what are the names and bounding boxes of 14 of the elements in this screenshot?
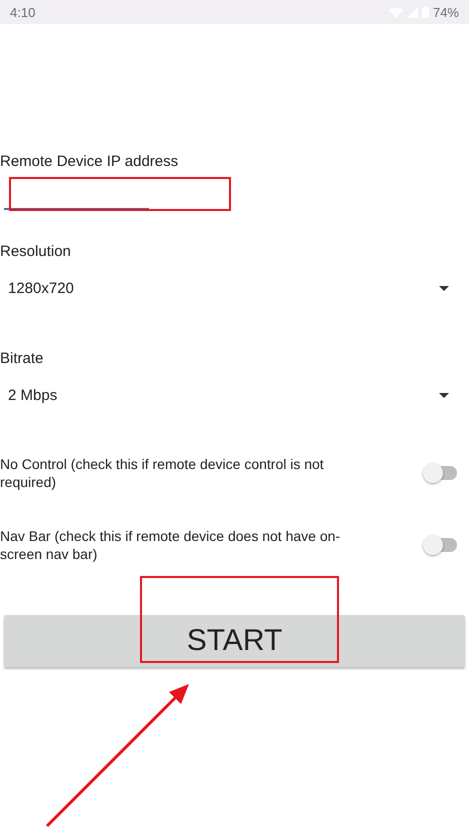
switch-label: No Control (check this if remote device control is not required): [0, 455, 325, 491]
switch-label: Nav Bar (check this if remote device does not have on-screen nav bar): [0, 527, 342, 563]
caret-icon: [439, 286, 449, 290]
field-label: Bitrate: [0, 350, 44, 367]
dropdown[interactable]: 1280x720: [0, 268, 469, 308]
field-label: Resolution: [0, 243, 71, 260]
start-button[interactable]: START: [4, 615, 465, 667]
dropdown[interactable]: 2 Mbps: [0, 375, 469, 415]
battery-percent: 74%: [432, 4, 459, 20]
field-label: Remote Device IP address: [0, 153, 178, 170]
toggle-switch[interactable]: [423, 463, 457, 483]
toggle-switch[interactable]: [423, 535, 457, 555]
caret-icon: [439, 392, 449, 398]
clock-time: 4:10: [10, 4, 36, 20]
